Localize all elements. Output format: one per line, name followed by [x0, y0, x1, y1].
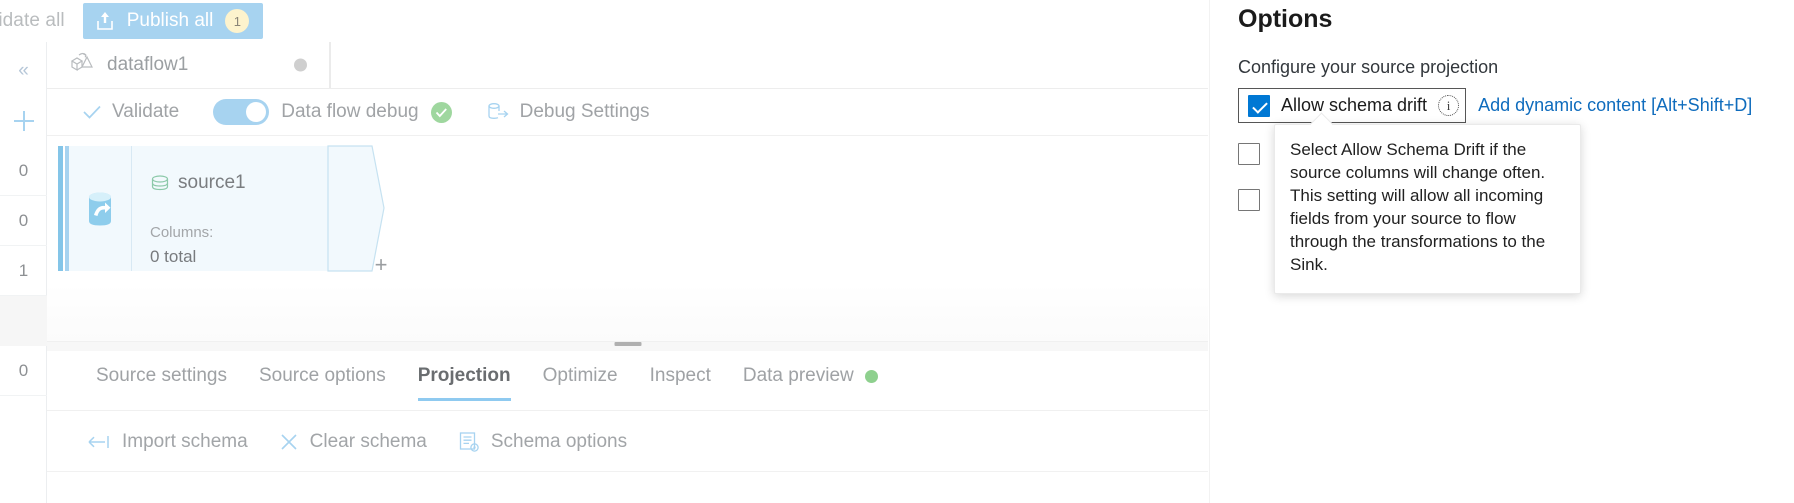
schema-options-icon	[459, 431, 479, 452]
collapse-rail-button[interactable]: «	[0, 56, 47, 86]
node-columns-label: Columns:	[150, 224, 214, 241]
tab-label: Source settings	[96, 365, 227, 386]
rail-count-item[interactable]: 0	[0, 196, 47, 246]
rail-count-item[interactable]: 1	[0, 246, 47, 296]
options-panel-subtitle: Configure your source projection	[1238, 57, 1499, 77]
source-node[interactable]: source1 Columns: 0 total	[58, 145, 385, 272]
node-icon-column	[69, 146, 132, 271]
import-arrow-icon	[88, 435, 109, 448]
bottom-panel: Source settings Source options Projectio…	[47, 351, 1208, 503]
validate-label: Validate	[112, 101, 180, 122]
dataflow-canvas[interactable]: source1 Columns: 0 total +	[47, 136, 1208, 341]
app-root: lidate all Publish all 1 « 0 0 1 0 dataf…	[0, 0, 1794, 503]
data-flow-debug-toggle[interactable]	[213, 99, 270, 125]
debug-toolbar: Validate Data flow debug Debug Settings	[47, 89, 1208, 136]
rail-count-item[interactable]: 0	[0, 146, 47, 196]
tab-label: Source options	[258, 365, 386, 386]
close-x-icon	[281, 433, 297, 450]
info-icon[interactable]: i	[1438, 95, 1460, 116]
tab-label: Inspect	[649, 365, 711, 386]
node-title-label: source1	[178, 172, 246, 193]
toggle-knob	[246, 102, 267, 122]
rail-count-item-selected[interactable]	[0, 296, 47, 346]
add-resource-button[interactable]	[0, 104, 47, 138]
debug-settings-button[interactable]: Debug Settings	[486, 101, 650, 123]
tab-label: Data preview	[742, 365, 854, 386]
tab-label: Projection	[417, 365, 511, 386]
node-columns-value: 0 total	[150, 247, 197, 266]
bottom-tab-list: Source settings Source options Projectio…	[47, 359, 1208, 411]
publish-all-button[interactable]: Publish all 1	[82, 3, 264, 39]
green-status-dot	[864, 369, 878, 383]
tab-strip-empty-area	[330, 42, 1208, 88]
tab-inspect[interactable]: Inspect	[634, 359, 727, 401]
dataflow-tab-strip: dataflow1	[47, 42, 1208, 89]
panel-splitter[interactable]	[47, 341, 1208, 351]
options-panel-title: Options	[1238, 5, 1333, 33]
additional-options-checkbox-list	[1238, 131, 1260, 223]
dataflow-tab[interactable]: dataflow1	[47, 42, 330, 88]
clear-schema-button[interactable]: Clear schema	[279, 431, 427, 453]
node-title: source1	[150, 172, 246, 194]
allow-schema-drift-checkbox[interactable]	[1248, 94, 1270, 117]
dataflow-icon	[69, 51, 95, 80]
option-row[interactable]	[1238, 177, 1260, 223]
green-check-circle-icon	[430, 101, 452, 123]
data-flow-debug-label: Data flow debug	[281, 101, 419, 122]
command-bar: lidate all Publish all 1	[0, 0, 1208, 42]
option-checkbox[interactable]	[1238, 189, 1260, 211]
tab-label: Optimize	[542, 365, 618, 386]
option-checkbox[interactable]	[1238, 143, 1260, 165]
schema-options-label: Schema options	[490, 430, 628, 452]
azure-data-source-icon	[89, 192, 111, 225]
allow-schema-drift-tooltip: Select Allow Schema Drift if the source …	[1274, 124, 1581, 294]
schema-toolbar: Import schema Clear schema Schema option…	[47, 412, 1208, 472]
tab-optimize[interactable]: Optimize	[527, 359, 634, 401]
gray-status-dot	[294, 58, 307, 72]
tab-data-preview[interactable]: Data preview	[727, 359, 894, 401]
rail-count-item[interactable]: 0	[0, 346, 47, 396]
schema-options-button[interactable]: Schema options	[458, 431, 627, 453]
import-schema-label: Import schema	[122, 430, 248, 452]
validate-button[interactable]: Validate	[82, 101, 179, 123]
validate-all-button[interactable]: lidate all	[0, 10, 65, 32]
tab-source-options[interactable]: Source options	[243, 359, 402, 401]
left-rail: « 0 0 1 0	[0, 42, 47, 503]
options-panel: Options Configure your source projection…	[1209, 0, 1794, 503]
add-next-transform-button[interactable]: +	[370, 254, 392, 276]
node-body: source1 Columns: 0 total	[132, 146, 340, 271]
option-row[interactable]	[1238, 131, 1260, 177]
debug-settings-label: Debug Settings	[519, 101, 650, 122]
allow-schema-drift-label: Allow schema drift	[1281, 95, 1428, 115]
publish-count-badge: 1	[225, 9, 250, 33]
database-arrow-icon	[487, 103, 509, 119]
rail-count-list: 0 0 1 0	[0, 146, 47, 396]
tab-source-settings[interactable]: Source settings	[80, 359, 243, 401]
source-stack-icon	[151, 175, 169, 191]
plus-icon	[13, 111, 34, 131]
clear-schema-label: Clear schema	[309, 430, 427, 452]
checkmark-icon	[83, 105, 101, 119]
publish-all-label: Publish all	[126, 10, 214, 31]
splitter-grip[interactable]	[614, 342, 641, 346]
import-schema-button[interactable]: Import schema	[87, 431, 248, 453]
dataflow-tab-label: dataflow1	[107, 54, 189, 75]
allow-schema-drift-control[interactable]: Allow schema drift i	[1238, 88, 1467, 123]
upload-icon	[95, 10, 115, 32]
node-accent-bar	[58, 146, 63, 271]
tab-projection[interactable]: Projection	[402, 359, 527, 401]
add-dynamic-content-link[interactable]: Add dynamic content [Alt+Shift+D]	[1478, 95, 1752, 116]
